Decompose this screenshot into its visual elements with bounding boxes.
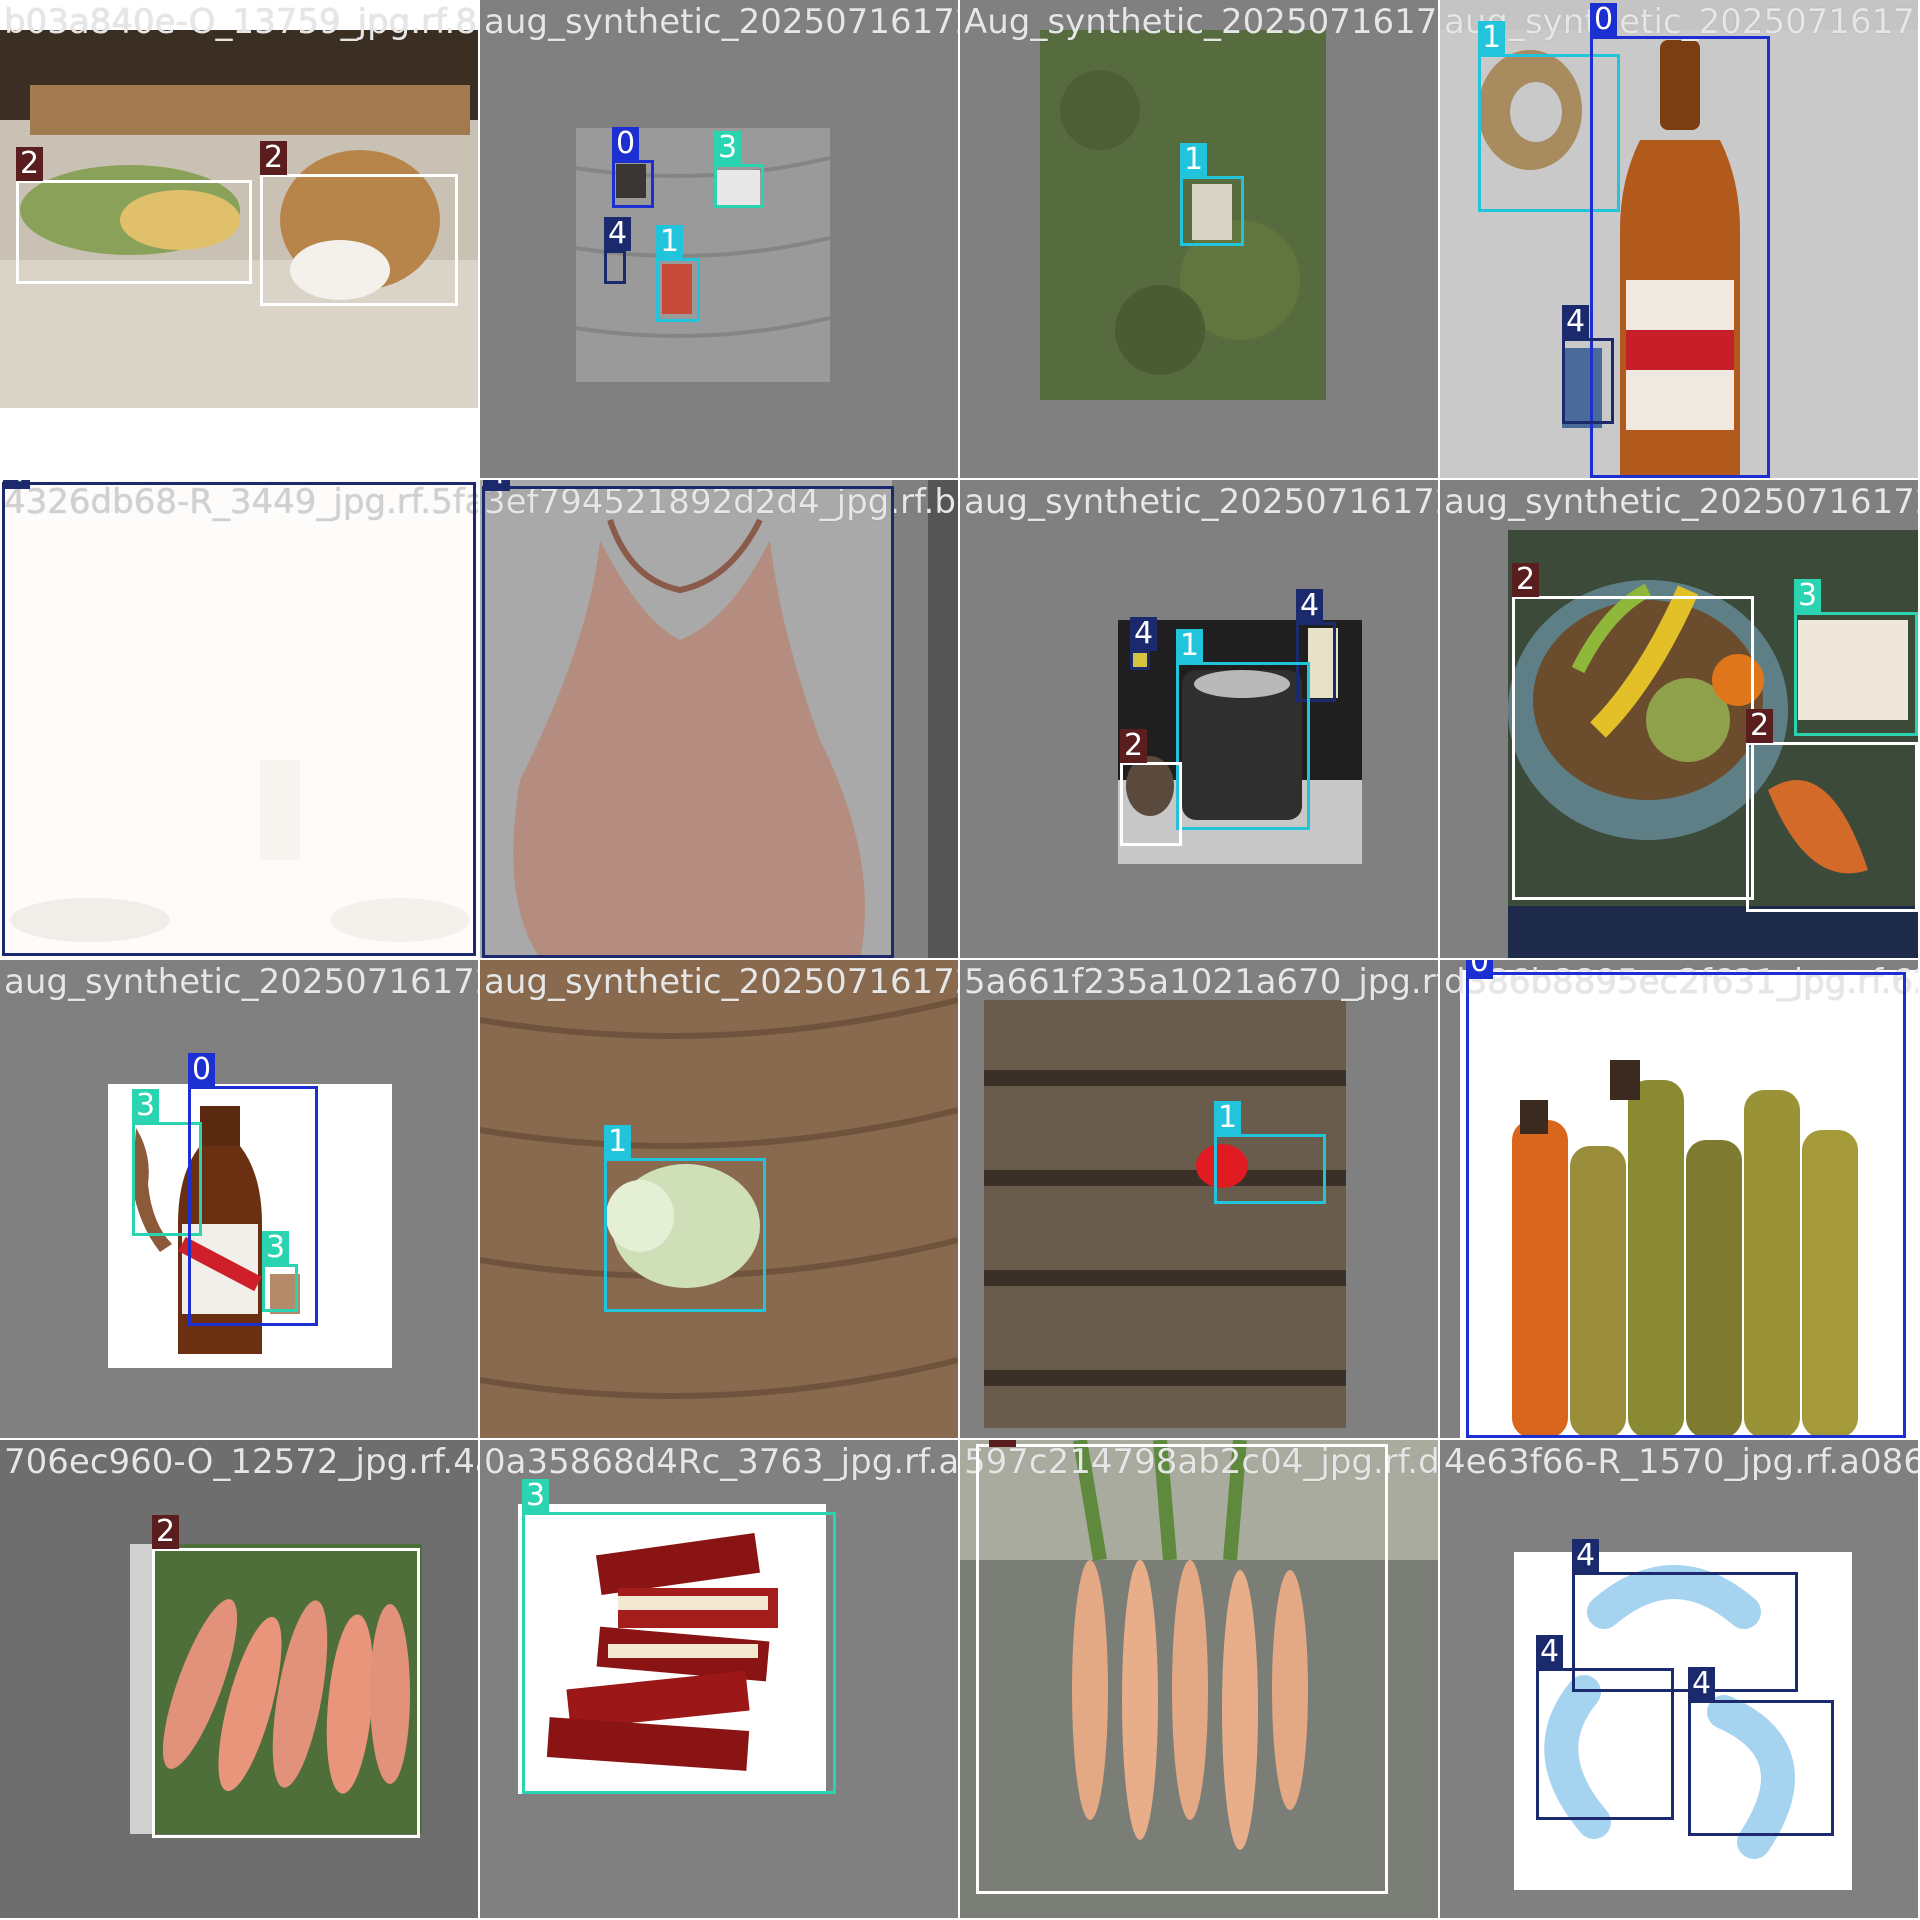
detection-label: 4 bbox=[1572, 1539, 1600, 1573]
detection-label: 1 bbox=[1180, 143, 1208, 177]
tile-edge-strip bbox=[928, 480, 958, 958]
detection-box-class-2: 2 bbox=[16, 147, 252, 284]
detection-label: 3 bbox=[262, 1231, 290, 1265]
detection-label: 4 bbox=[604, 217, 632, 251]
tile-7[interactable]: 4 4 1 2 aug_synthetic_20250716172701_198… bbox=[960, 480, 1438, 958]
tile-12[interactable]: 0 d386b8895ec2f631_jpg.rf.62 bbox=[1440, 960, 1918, 1438]
detection-label: 1 bbox=[604, 1125, 632, 1159]
detection-box-class-2: 2 bbox=[260, 141, 458, 306]
detection-box-class-2: 2 bbox=[1746, 709, 1918, 912]
detection-box-class-2: 2 bbox=[976, 1440, 1388, 1894]
tile-filename: 0a35868d4Rc_3763_jpg.rf.a65b7c4214798ab2… bbox=[484, 1442, 958, 1482]
detection-label: 3 bbox=[714, 131, 742, 165]
tile-filename: b03a840e-O_13759_jpg.rf.8ea144781441ca10… bbox=[4, 2, 478, 42]
tile-8[interactable]: 2 3 2 aug_synthetic_2025071617270_198300… bbox=[1440, 480, 1918, 958]
tile-filename: aug_synthetic_20250716172701_198300.jpg bbox=[964, 482, 1438, 522]
detection-label: 4 bbox=[483, 480, 511, 491]
tile-11[interactable]: 1 5a661f235a1021a670_jpg.rf.d386b8895ec2… bbox=[960, 960, 1438, 1438]
detection-label: 2 bbox=[152, 1515, 180, 1549]
detection-box-class-3: 3 bbox=[262, 1231, 298, 1312]
detection-box-class-4: 4 bbox=[604, 217, 632, 284]
detection-label: 2 bbox=[1512, 563, 1540, 597]
detection-box-class-2: 2 bbox=[1512, 563, 1754, 900]
detection-box-class-1: 1 bbox=[1214, 1101, 1326, 1204]
tile-filename: 5a661f235a1021a670_jpg.rf.d386b8895ec2f6… bbox=[964, 962, 1438, 1002]
detection-box-class-3: 3 bbox=[522, 1479, 836, 1794]
detection-box-class-4: 4 bbox=[1562, 305, 1614, 424]
detection-box-class-0: 0 bbox=[612, 127, 654, 208]
tile-photo bbox=[984, 1000, 1346, 1428]
tile-9[interactable]: 3 0 3 aug_synthetic_20250716172152529280… bbox=[0, 960, 478, 1438]
tile-filename: aug_synthetic_2025071617270_1983001.jpg_… bbox=[1444, 482, 1918, 522]
detection-label: 1 bbox=[1214, 1101, 1242, 1135]
detection-box-class-3: 3 bbox=[714, 131, 764, 208]
detection-box-class-3: 3 bbox=[1794, 579, 1918, 736]
detection-box-class-1: 1 bbox=[1180, 143, 1244, 246]
detection-label: 2 bbox=[260, 141, 288, 175]
detection-box-class-4: 4 bbox=[482, 480, 894, 958]
tile-13[interactable]: 2 706ec960-O_12572_jpg.rf.4aa358d3fd4Rc3… bbox=[0, 1440, 478, 1918]
tile-filename: aug_synthetic_20250716172152529280AlpCan… bbox=[4, 962, 478, 1002]
tile-filename: 4e63f66-R_1570_jpg.rf.a0861 bbox=[1444, 1442, 1918, 1482]
tile-filename: Aug_synthetic_2025071617254a0279AlpCan78… bbox=[964, 2, 1438, 42]
detection-box-class-2: 2 bbox=[152, 1515, 420, 1838]
tile-5[interactable]: 4 4326db68-R_3449_jpg.rf.5fa5ed4452c92d2… bbox=[0, 480, 478, 958]
detection-box-class-4: 4 bbox=[2, 480, 476, 956]
detection-box-class-0: 0 bbox=[1590, 3, 1770, 478]
tile-6[interactable]: 4 3ef794521892d2d4_jpg.rf.b6bfa20b340888… bbox=[480, 480, 958, 958]
detection-label: 2 bbox=[1746, 709, 1774, 743]
detection-label: 0 bbox=[1466, 960, 1494, 979]
detection-label: 0 bbox=[1590, 3, 1618, 37]
detection-box-class-2: 2 bbox=[1120, 729, 1182, 846]
tile-1[interactable]: 2 2 b03a840e-O_13759_jpg.rf.8ea144781441… bbox=[0, 0, 478, 478]
detection-label: 1 bbox=[1176, 629, 1204, 663]
detection-label: 3 bbox=[1794, 579, 1822, 613]
tile-10[interactable]: 1 aug_synthetic_202507161721525292080Alp… bbox=[480, 960, 958, 1438]
detection-box-class-1: 1 bbox=[656, 225, 700, 322]
detection-box-class-1: 1 bbox=[604, 1125, 766, 1312]
tile-15[interactable]: 2 597c214798ab2c04_jpg.rf.d4e63f66-R_157… bbox=[960, 1440, 1438, 1918]
detection-label: 4 bbox=[1562, 305, 1590, 339]
detection-label: 4 bbox=[1296, 589, 1324, 623]
detection-label: 4 bbox=[1536, 1635, 1564, 1669]
tile-3[interactable]: 1 Aug_synthetic_2025071617254a0279AlpCan… bbox=[960, 0, 1438, 478]
tile-14[interactable]: 3 0a35868d4Rc_3763_jpg.rf.a65b7c4214798a… bbox=[480, 1440, 958, 1918]
detection-label: 0 bbox=[612, 127, 640, 161]
mosaic-grid: 2 2 b03a840e-O_13759_jpg.rf.8ea144781441… bbox=[0, 0, 1920, 1920]
detection-label: 3 bbox=[132, 1089, 160, 1123]
detection-label: 4 bbox=[1130, 617, 1158, 651]
tile-filename: 706ec960-O_12572_jpg.rf.4aa358d3fd4Rc376… bbox=[4, 1442, 478, 1482]
detection-box-class-4: 4 bbox=[1536, 1635, 1674, 1820]
tile-filename: aug_synthetic_202507161721525292080AlpCa… bbox=[484, 962, 958, 1002]
detection-box-class-4: 4 bbox=[1688, 1667, 1834, 1836]
detection-label: 3 bbox=[522, 1479, 550, 1513]
detection-label: 2 bbox=[1120, 729, 1148, 763]
tile-filename: aug_synthetic_20250716172152880029_plast… bbox=[484, 2, 958, 42]
detection-box-class-0: 0 bbox=[1466, 960, 1906, 1438]
tile-16[interactable]: 4 4 4 4e63f66-R_1570_jpg.rf.a0861 bbox=[1440, 1440, 1918, 1918]
detection-label: 4 bbox=[3, 480, 31, 489]
detection-label: 4 bbox=[1688, 1667, 1716, 1701]
detection-label: 2 bbox=[989, 1440, 1017, 1447]
tile-4[interactable]: 1 0 4 aug_synthetic_202507161723790da56c… bbox=[1440, 0, 1918, 478]
detection-label: 1 bbox=[656, 225, 684, 259]
detection-box-class-0: 0 bbox=[188, 1053, 318, 1326]
detection-box-class-1: 1 bbox=[1176, 629, 1310, 830]
detection-label: 0 bbox=[188, 1053, 216, 1087]
tile-2[interactable]: 0 3 4 1 aug_synthetic_202507161721528800… bbox=[480, 0, 958, 478]
detection-box-class-4: 4 bbox=[1130, 617, 1158, 670]
detection-label: 1 bbox=[1478, 21, 1506, 55]
detection-label: 2 bbox=[16, 147, 44, 181]
